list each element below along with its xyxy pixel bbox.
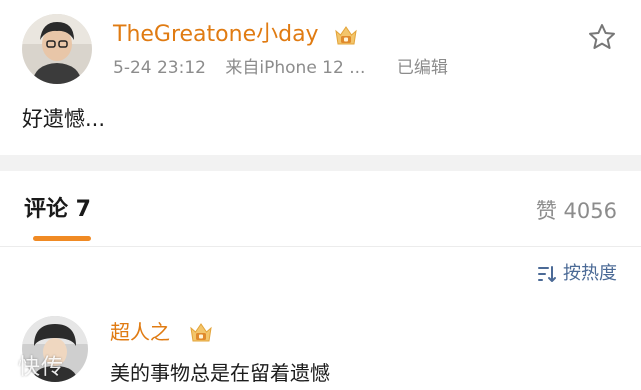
comment-author-name[interactable]: 超人之: [110, 318, 170, 346]
post-text: 好遗憾...: [22, 107, 106, 131]
post-card: TheGreatone小day 5-24 23:12 来自iPhone 12 .…: [0, 0, 641, 155]
active-tab-indicator: [33, 236, 91, 241]
tab-likes[interactable]: 赞 4056: [536, 196, 617, 226]
sort-by-hot-button[interactable]: 按热度: [537, 261, 617, 287]
tab-bar-rule: [0, 246, 641, 247]
vip-crown-icon: [190, 323, 212, 342]
post-source: 来自iPhone 12 ...: [225, 58, 366, 78]
post-meta: 5-24 23:12 来自iPhone 12 ... 已编辑: [113, 56, 448, 80]
star-outline-icon[interactable]: [587, 22, 617, 52]
weibo-post-page: TheGreatone小day 5-24 23:12 来自iPhone 12 .…: [0, 0, 641, 390]
watermark-text: 快传: [18, 355, 65, 380]
post-edited-label[interactable]: 已编辑: [397, 58, 448, 78]
comment-tab-bar: 评论 7 赞 4056: [0, 171, 641, 247]
avatar-photo: [22, 14, 92, 84]
post-username[interactable]: TheGreatone小day: [113, 20, 319, 50]
section-divider: [0, 155, 641, 171]
tab-comments[interactable]: 评论 7: [24, 195, 91, 225]
vip-crown-icon: [335, 26, 357, 45]
sort-lines-icon: [538, 266, 556, 282]
post-author-avatar[interactable]: [22, 14, 92, 84]
post-date: 5-24 23:12: [113, 58, 206, 78]
comment-text: 美的事物总是在留着遗憾: [110, 361, 330, 385]
sort-label: 按热度: [563, 263, 617, 284]
